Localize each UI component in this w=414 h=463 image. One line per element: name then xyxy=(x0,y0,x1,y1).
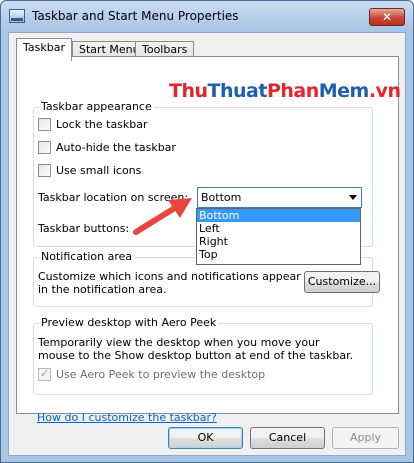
title-bar[interactable]: Taskbar and Start Menu Properties ✕ xyxy=(1,1,413,32)
aero-peek-group: Preview desktop with Aero Peek Temporari… xyxy=(33,316,373,395)
notification-area-title: Notification area xyxy=(39,250,135,263)
customize-button[interactable]: Customize... xyxy=(304,271,380,293)
chevron-down-icon[interactable] xyxy=(349,195,357,200)
window-title: Taskbar and Start Menu Properties xyxy=(32,9,239,23)
notification-description: Customize which icons and notifications … xyxy=(38,270,301,296)
taskbar-app-icon xyxy=(9,9,25,23)
watermark-part-4: Mem xyxy=(318,80,370,102)
taskbar-buttons-label: Taskbar buttons: xyxy=(38,222,130,235)
lock-taskbar-checkbox[interactable] xyxy=(38,118,51,131)
watermark-logo: ThuThuatPhanMem.vn xyxy=(169,80,401,102)
aero-peek-checkbox[interactable]: ✓ xyxy=(38,367,51,381)
watermark-part-5: .vn xyxy=(368,80,401,102)
close-button[interactable]: ✕ xyxy=(369,8,405,26)
taskbar-appearance-title: Taskbar appearance xyxy=(39,100,154,113)
watermark-part-1: Thu xyxy=(169,80,208,102)
location-option-top[interactable]: Top xyxy=(197,248,360,261)
aero-peek-description: Temporarily view the desktop when you mo… xyxy=(38,336,354,362)
location-option-right[interactable]: Right xyxy=(197,235,360,248)
autohide-taskbar-label[interactable]: Auto-hide the taskbar xyxy=(56,141,176,154)
properties-window: Taskbar and Start Menu Properties ✕ Task… xyxy=(0,0,414,463)
small-icons-checkbox[interactable] xyxy=(38,164,51,177)
taskbar-location-value: Bottom xyxy=(201,191,242,204)
lock-taskbar-label[interactable]: Lock the taskbar xyxy=(56,118,148,131)
watermark-part-3: Phan xyxy=(266,80,319,102)
taskbar-location-select[interactable]: Bottom xyxy=(197,187,362,208)
taskbar-tab-panel: Taskbar appearance Lock the taskbar Auto… xyxy=(16,56,399,424)
small-icons-label[interactable]: Use small icons xyxy=(56,164,141,177)
autohide-taskbar-checkbox[interactable] xyxy=(38,141,51,154)
watermark-part-2: Thuat xyxy=(207,80,268,102)
aero-peek-title: Preview desktop with Aero Peek xyxy=(39,316,219,329)
taskbar-location-dropdown[interactable]: Bottom Left Right Top xyxy=(196,208,361,265)
location-option-left[interactable]: Left xyxy=(197,222,360,235)
apply-button[interactable]: Apply xyxy=(332,427,399,449)
annotation-arrow-icon xyxy=(133,198,192,235)
aero-peek-label[interactable]: Use Aero Peek to preview the desktop xyxy=(56,368,265,381)
cancel-button[interactable]: Cancel xyxy=(250,427,325,449)
checkmark-icon: ✓ xyxy=(40,367,50,380)
location-option-bottom[interactable]: Bottom xyxy=(197,209,360,222)
ok-button[interactable]: OK xyxy=(168,427,243,449)
help-link[interactable]: How do I customize the taskbar? xyxy=(37,411,217,424)
tab-taskbar[interactable]: Taskbar xyxy=(16,38,72,61)
